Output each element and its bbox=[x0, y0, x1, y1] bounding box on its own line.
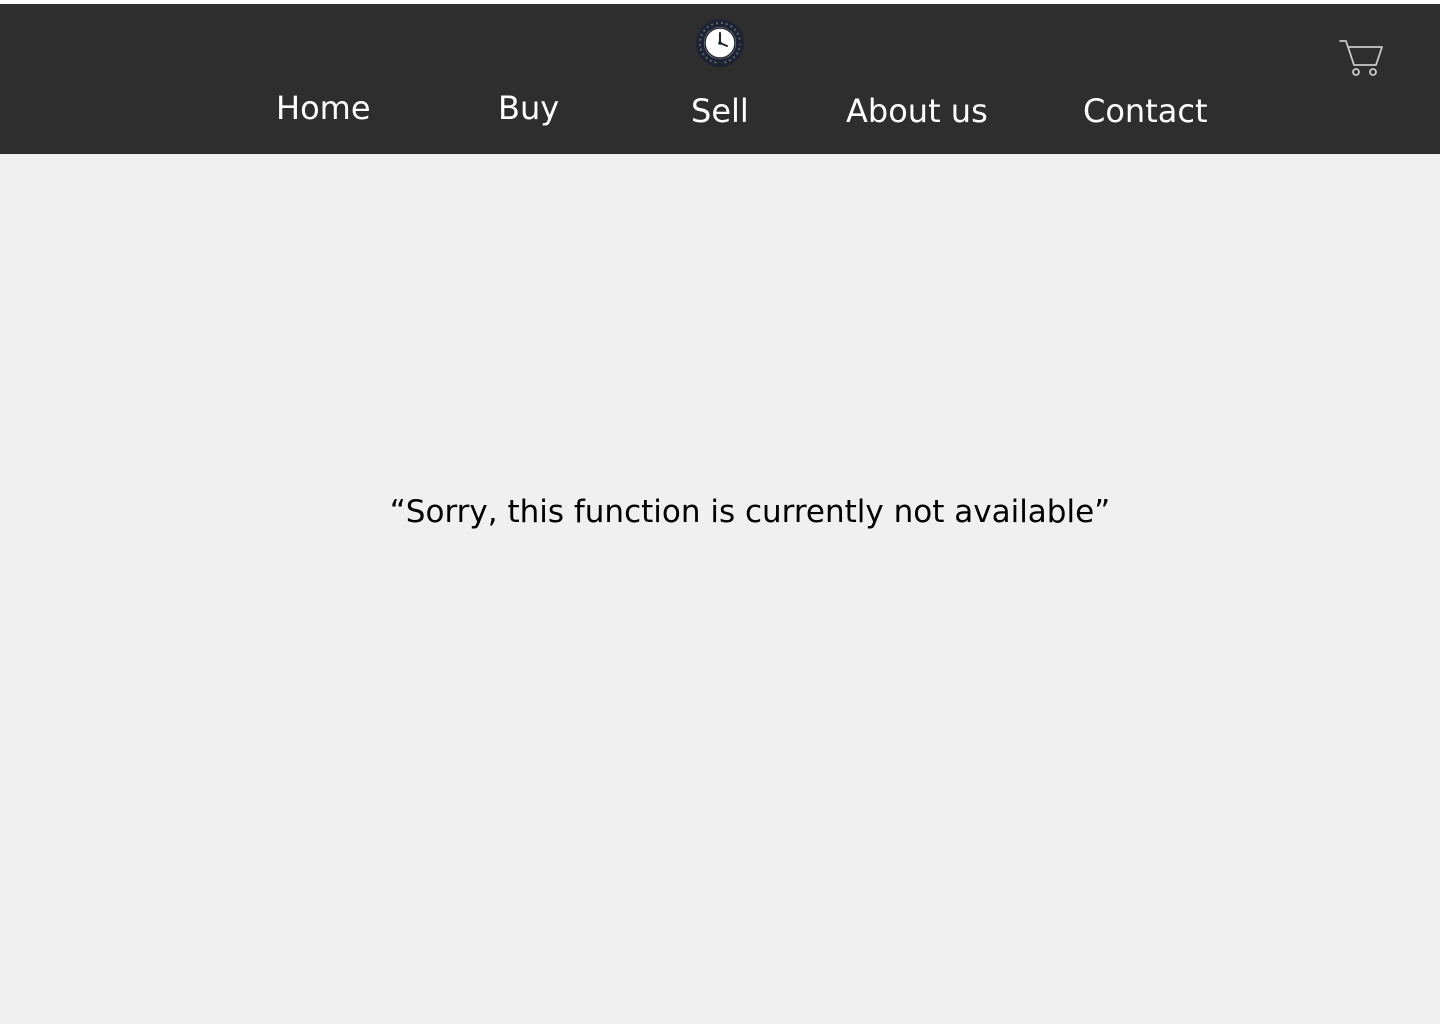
nav-home-link[interactable]: Home bbox=[276, 92, 371, 124]
cart-icon[interactable] bbox=[1338, 38, 1384, 78]
unavailable-message: “Sorry, this function is currently not a… bbox=[389, 494, 1111, 530]
page: Home Buy Sell About us Contact “Sorry, t… bbox=[0, 0, 1440, 1024]
nav-buy-link[interactable]: Buy bbox=[498, 92, 559, 124]
nav-contact-link[interactable]: Contact bbox=[1083, 95, 1208, 127]
nav-sell-link[interactable]: Sell bbox=[691, 95, 749, 127]
clock-icon[interactable] bbox=[695, 18, 745, 68]
site-header: Home Buy Sell About us Contact bbox=[0, 4, 1440, 154]
nav-about-link[interactable]: About us bbox=[846, 95, 988, 127]
